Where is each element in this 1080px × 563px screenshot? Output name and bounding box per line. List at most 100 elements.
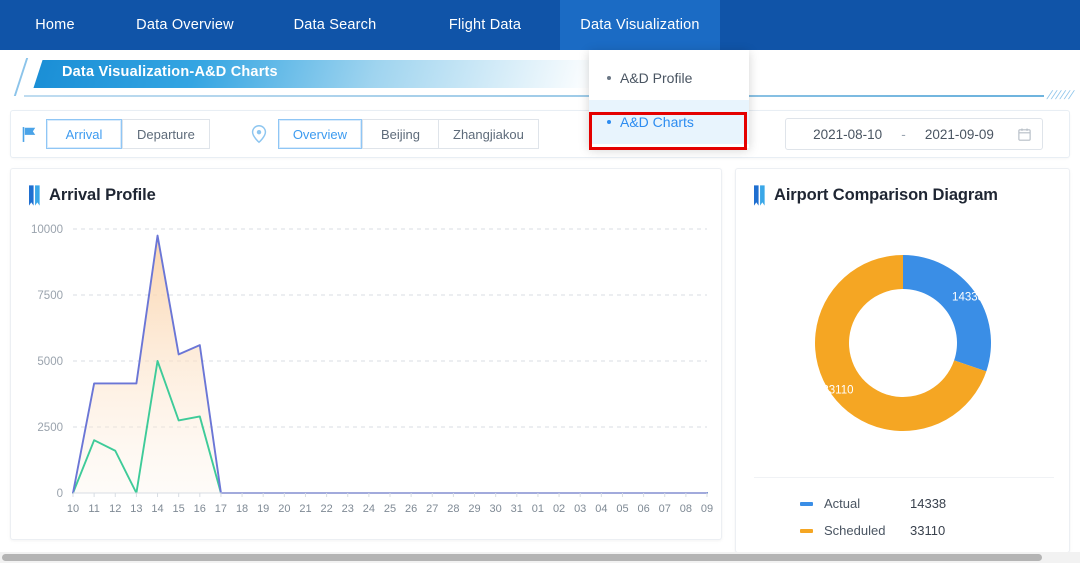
airport-comparison-card: Airport Comparison Diagram 14338 33110 Ac… [735, 168, 1070, 553]
dropdown-item-label: A&D Charts [620, 114, 694, 130]
svg-text:10: 10 [67, 503, 79, 515]
dropdown-item-label: A&D Profile [620, 70, 693, 86]
card-title-text: Airport Comparison Diagram [774, 186, 998, 204]
svg-text:26: 26 [405, 503, 417, 515]
svg-text:15: 15 [173, 503, 185, 515]
arrival-profile-chart: 0 2500 5000 7500 10000 10 11 12 13 14 15 16 17 18 19 20… [31, 224, 713, 515]
arrival-profile-card: Arrival Profile 0 2500 5000 7500 10000 10 11 12… [10, 168, 722, 540]
legend-color-swatch [800, 501, 813, 506]
banner-underline [24, 95, 1044, 97]
donut-legend: Actual 14338 Scheduled 33110 [754, 477, 1054, 544]
legend-label: Actual [824, 496, 861, 511]
svg-text:5000: 5000 [37, 356, 63, 368]
svg-text:16: 16 [194, 503, 206, 515]
nav-item-home[interactable]: Home [0, 0, 110, 50]
nav-item-data-visualization[interactable]: Data Visualization [560, 0, 720, 50]
nav-item-label: Data Overview [136, 17, 234, 33]
direction-button-label: Departure [137, 126, 195, 142]
svg-text:18: 18 [236, 503, 248, 515]
svg-text:22: 22 [320, 503, 332, 515]
page-banner: Data Visualization-A&D Charts ////// [0, 50, 1080, 106]
location-button-group: Overview Beijing Zhangjiakou [277, 119, 539, 149]
app-root: Home Data Overview Data Search Flight Da… [0, 0, 1080, 563]
banner-hash-decoration: ////// [1045, 88, 1077, 102]
page-title: Data Visualization-A&D Charts [62, 64, 278, 80]
calendar-icon[interactable] [1017, 127, 1032, 142]
svg-text:7500: 7500 [37, 290, 63, 302]
card-title-text: Arrival Profile [49, 186, 156, 204]
svg-text:21: 21 [299, 503, 311, 515]
svg-text:09: 09 [701, 503, 713, 515]
svg-text:33110: 33110 [822, 385, 853, 397]
date-range-separator: - [901, 126, 906, 142]
svg-text:07: 07 [659, 503, 671, 515]
legend-color-swatch [800, 528, 813, 533]
svg-text:14338: 14338 [952, 291, 984, 303]
svg-text:03: 03 [574, 503, 586, 515]
location-button-overview[interactable]: Overview [277, 119, 362, 149]
card-title-arrival-profile: Arrival Profile [11, 169, 721, 206]
dropdown-item-ad-charts[interactable]: A&D Charts [589, 100, 749, 144]
legend-value: 33110 [910, 523, 946, 538]
location-button-label: Overview [292, 126, 347, 142]
svg-text:2500: 2500 [37, 422, 63, 434]
nav-dropdown-menu: A&D Profile A&D Charts [589, 50, 749, 148]
legend-label: Scheduled [824, 523, 886, 538]
svg-text:29: 29 [468, 503, 480, 515]
svg-text:17: 17 [215, 503, 227, 515]
legend-value: 14338 [910, 496, 947, 511]
legend-item-actual[interactable]: Actual 14338 [754, 490, 1054, 517]
location-button-label: Zhangjiakou [453, 126, 524, 142]
svg-text:14: 14 [151, 503, 163, 515]
airport-comparison-donut: 14338 33110 [815, 255, 991, 431]
svg-text:02: 02 [553, 503, 565, 515]
location-button-label: Beijing [380, 126, 421, 142]
svg-text:08: 08 [680, 503, 692, 515]
svg-text:06: 06 [637, 503, 649, 515]
nav-item-data-search[interactable]: Data Search [260, 0, 410, 50]
svg-text:28: 28 [447, 503, 459, 515]
svg-text:12: 12 [109, 503, 121, 515]
location-button-beijing[interactable]: Beijing [362, 119, 438, 149]
legend-item-scheduled[interactable]: Scheduled 33110 [754, 517, 1054, 544]
svg-text:0: 0 [57, 488, 63, 500]
nav-item-label: Data Search [293, 17, 377, 33]
flag-icon [21, 126, 38, 143]
direction-button-departure[interactable]: Departure [122, 119, 210, 149]
filter-toolbar: Arrival Departure Overview Beijing Zhang… [10, 110, 1070, 158]
svg-text:10000: 10000 [31, 224, 63, 236]
scrollbar-thumb[interactable] [2, 554, 1042, 561]
nav-item-label: Flight Data [448, 17, 522, 33]
date-range-start: 2021-08-10 [813, 126, 883, 142]
main-navbar: Home Data Overview Data Search Flight Da… [0, 0, 1080, 50]
svg-text:19: 19 [257, 503, 269, 515]
bullet-icon [607, 120, 611, 124]
nav-item-label: Home [35, 17, 75, 33]
direction-button-group: Arrival Departure [46, 119, 210, 149]
direction-button-label: Arrival [65, 126, 103, 142]
svg-text:20: 20 [278, 503, 290, 515]
svg-text:23: 23 [342, 503, 354, 515]
date-range-picker[interactable]: 2021-08-10 - 2021-09-09 [785, 118, 1043, 150]
card-title-airport-comparison: Airport Comparison Diagram [736, 169, 1069, 206]
location-button-zhangjiakou[interactable]: Zhangjiakou [438, 119, 539, 149]
date-range-end: 2021-09-09 [924, 126, 994, 142]
dropdown-item-ad-profile[interactable]: A&D Profile [589, 56, 749, 100]
nav-item-flight-data[interactable]: Flight Data [410, 0, 560, 50]
location-pin-icon [248, 123, 270, 145]
svg-text:24: 24 [363, 503, 375, 515]
direction-button-arrival[interactable]: Arrival [46, 119, 122, 149]
svg-text:31: 31 [511, 503, 523, 515]
svg-text:01: 01 [532, 503, 544, 515]
nav-item-label: Data Visualization [580, 17, 700, 33]
ribbon-icon [29, 185, 40, 206]
svg-text:11: 11 [88, 503, 99, 515]
nav-item-data-overview[interactable]: Data Overview [110, 0, 260, 50]
svg-text:13: 13 [130, 503, 142, 515]
svg-text:25: 25 [384, 503, 396, 515]
svg-text:30: 30 [490, 503, 502, 515]
ribbon-icon [754, 185, 765, 206]
svg-text:27: 27 [426, 503, 438, 515]
svg-text:04: 04 [595, 503, 607, 515]
horizontal-scrollbar[interactable] [0, 552, 1080, 563]
